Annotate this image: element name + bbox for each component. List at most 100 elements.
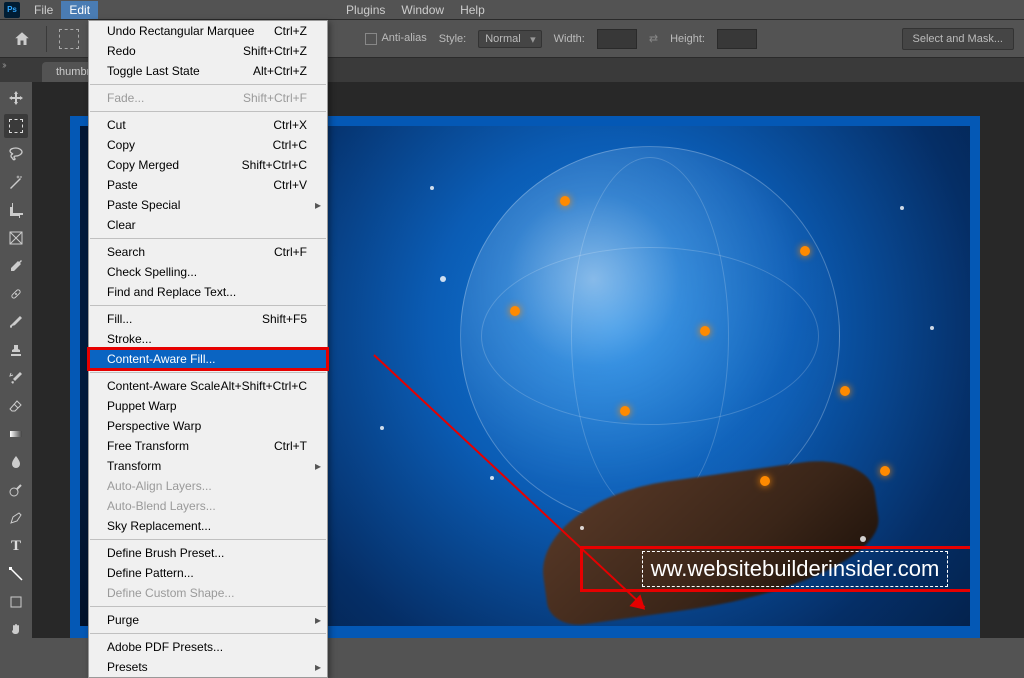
heal-tool[interactable] — [4, 282, 28, 306]
width-input[interactable] — [597, 29, 637, 49]
brush-tool[interactable] — [4, 310, 28, 334]
menu-item-label: Puppet Warp — [107, 399, 177, 413]
crop-tool[interactable] — [4, 198, 28, 222]
select-and-mask-button[interactable]: Select and Mask... — [902, 28, 1015, 50]
history-brush-tool[interactable] — [4, 366, 28, 390]
edit-menu-item[interactable]: Toggle Last StateAlt+Ctrl+Z — [89, 61, 327, 81]
blur-tool[interactable] — [4, 450, 28, 474]
menu-item-label: Sky Replacement... — [107, 519, 211, 533]
menubar: Ps File Edit Plugins Window Help — [0, 0, 1024, 20]
edit-menu-item[interactable]: Check Spelling... — [89, 262, 327, 282]
menu-item-label: Adobe PDF Presets... — [107, 640, 223, 654]
menu-file[interactable]: File — [26, 1, 61, 19]
height-input[interactable] — [717, 29, 757, 49]
dodge-tool[interactable] — [4, 478, 28, 502]
eraser-tool[interactable] — [4, 394, 28, 418]
lasso-tool[interactable] — [4, 142, 28, 166]
home-button[interactable] — [10, 27, 34, 51]
edit-menu-item[interactable]: Perspective Warp — [89, 416, 327, 436]
menu-edit[interactable]: Edit — [61, 1, 98, 19]
menu-item-label: Fill... — [107, 312, 132, 326]
edit-menu-item[interactable]: Transform — [89, 456, 327, 476]
menu-item-label: Check Spelling... — [107, 265, 197, 279]
menu-help[interactable]: Help — [452, 1, 493, 19]
menu-item-label: Define Brush Preset... — [107, 546, 224, 560]
edit-menu-item[interactable]: CopyCtrl+C — [89, 135, 327, 155]
edit-menu-dropdown: Undo Rectangular MarqueeCtrl+Z Redo Shift+… — [88, 20, 328, 678]
edit-menu-item[interactable]: Content-Aware Fill... — [89, 349, 327, 369]
edit-menu-item[interactable]: Paste Special — [89, 195, 327, 215]
menu-window[interactable]: Window — [393, 1, 452, 19]
edit-menu-item[interactable]: Sky Replacement... — [89, 516, 327, 536]
frame-tool[interactable] — [4, 226, 28, 250]
type-tool[interactable]: T — [4, 534, 28, 558]
gradient-tool[interactable] — [4, 422, 28, 446]
menu-item-label: Clear — [107, 218, 136, 232]
menu-item-shortcut: Shift+Ctrl+Z — [243, 44, 307, 58]
edit-menu-item[interactable]: Find and Replace Text... — [89, 282, 327, 302]
edit-menu-item[interactable]: Paste Ctrl+V — [89, 175, 327, 195]
edit-menu-item[interactable]: Fill... Shift+F5 — [89, 309, 327, 329]
menu-item-shortcut: Ctrl+V — [273, 178, 307, 192]
move-tool[interactable] — [4, 86, 28, 110]
edit-menu-item[interactable]: Cut Ctrl+X — [89, 115, 327, 135]
edit-menu-item[interactable]: Adobe PDF Presets... — [89, 637, 327, 657]
edit-menu-item[interactable]: Free Transform Ctrl+T — [89, 436, 327, 456]
edit-menu-item[interactable]: Stroke... — [89, 329, 327, 349]
tools-panel: T — [0, 82, 32, 642]
height-label: Height: — [670, 33, 705, 45]
stamp-tool[interactable] — [4, 338, 28, 362]
watermark-selection: ww.websitebuilderinsider.com — [642, 551, 949, 587]
path-tool[interactable] — [4, 562, 28, 586]
edit-menu-item[interactable]: Undo Rectangular MarqueeCtrl+Z — [89, 21, 327, 41]
menu-item-shortcut: Ctrl+C — [273, 138, 307, 152]
hand-tool[interactable] — [4, 618, 28, 642]
edit-menu-item[interactable]: Define Brush Preset... — [89, 543, 327, 563]
menu-item-label: Paste — [107, 178, 138, 192]
menu-item-label: Fade... — [107, 91, 144, 105]
edit-menu-item: Define Custom Shape... — [89, 583, 327, 603]
menu-item-label: Presets — [107, 660, 148, 674]
menu-item-shortcut: Ctrl+X — [273, 118, 307, 132]
style-dropdown[interactable]: Normal — [478, 30, 541, 48]
edit-menu-item[interactable]: Copy MergedShift+Ctrl+C — [89, 155, 327, 175]
menu-item-label: Stroke... — [107, 332, 152, 346]
swap-icon[interactable]: ⇄ — [649, 32, 658, 45]
pen-tool[interactable] — [4, 506, 28, 530]
eyedropper-tool[interactable] — [4, 254, 28, 278]
home-icon — [13, 30, 31, 48]
menu-item-shortcut: Shift+F5 — [262, 312, 307, 326]
menu-plugins[interactable]: Plugins — [338, 1, 393, 19]
edit-menu-item: Auto-Blend Layers... — [89, 496, 327, 516]
style-label: Style: — [439, 33, 467, 45]
wand-tool[interactable] — [4, 170, 28, 194]
edit-menu-item: Auto-Align Layers... — [89, 476, 327, 496]
menu-item-label: Undo Rectangular Marquee — [107, 24, 254, 38]
menu-item-label: Define Pattern... — [107, 566, 194, 580]
menu-item-label: Auto-Align Layers... — [107, 479, 212, 493]
menu-item-label: Search — [107, 245, 145, 259]
menu-item-label: Find and Replace Text... — [107, 285, 236, 299]
marquee-tool[interactable] — [4, 114, 28, 138]
edit-menu-item[interactable]: Define Pattern... — [89, 563, 327, 583]
edit-menu-item: Fade...Shift+Ctrl+F — [89, 88, 327, 108]
edit-menu-item[interactable]: Content-Aware ScaleAlt+Shift+Ctrl+C — [89, 376, 327, 396]
edit-menu-item[interactable]: Presets — [89, 657, 327, 677]
menu-item-label: Define Custom Shape... — [107, 586, 234, 600]
edit-menu-item[interactable]: Redo Shift+Ctrl+Z — [89, 41, 327, 61]
menu-item-label: Cut — [107, 118, 126, 132]
menu-item-label: Redo — [107, 44, 136, 58]
shape-tool[interactable] — [4, 590, 28, 614]
menu-item-label: Free Transform — [107, 439, 189, 453]
antialias-checkbox[interactable]: Anti-alias — [365, 32, 426, 44]
edit-menu-item[interactable]: Puppet Warp — [89, 396, 327, 416]
ps-logo-icon: Ps — [4, 2, 20, 18]
menu-item-label: Paste Special — [107, 198, 180, 212]
edit-menu-item[interactable]: Clear — [89, 215, 327, 235]
menu-item-shortcut: Ctrl+F — [274, 245, 307, 259]
menu-item-shortcut: Ctrl+T — [274, 439, 307, 453]
tool-preset-icon[interactable] — [59, 29, 79, 49]
menu-item-label: Auto-Blend Layers... — [107, 499, 216, 513]
edit-menu-item[interactable]: Search Ctrl+F — [89, 242, 327, 262]
edit-menu-item[interactable]: Purge — [89, 610, 327, 630]
